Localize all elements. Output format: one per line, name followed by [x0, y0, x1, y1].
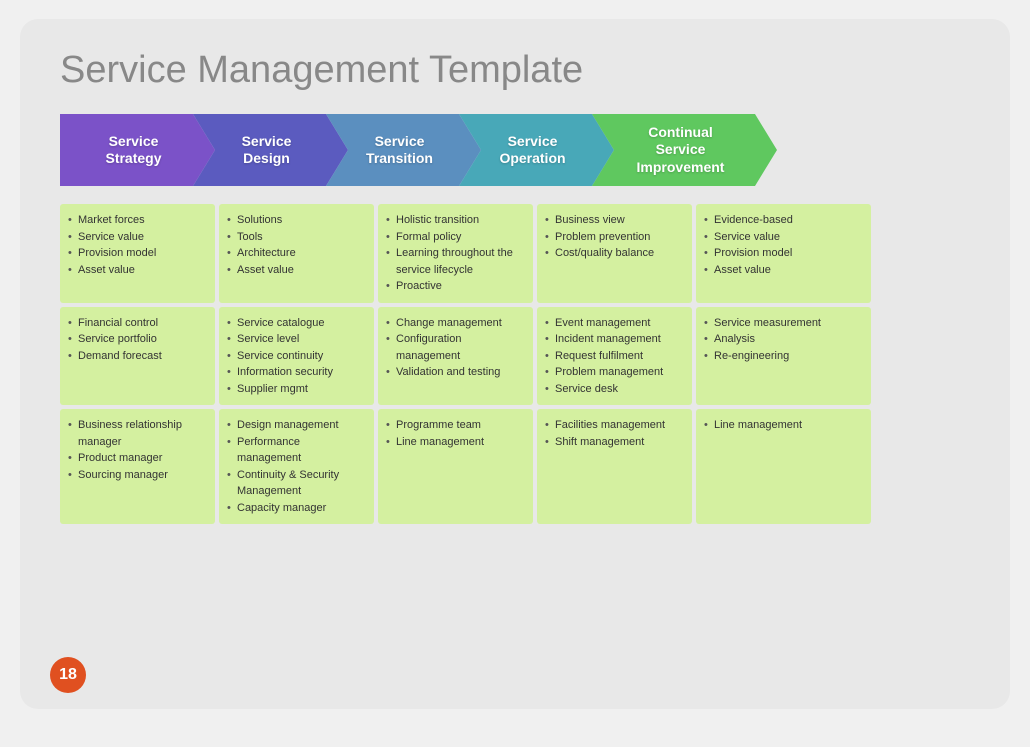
- cell-r3-c1: Business relationship manager Product ma…: [60, 409, 215, 524]
- slide: Service Management Template ServiceStrat…: [20, 19, 1010, 709]
- page-title: Service Management Template: [60, 49, 970, 92]
- cell-r3-c4: Facilities management Shift management: [537, 409, 692, 524]
- cell-r2-c1: Financial control Service portfolio Dema…: [60, 307, 215, 406]
- cell-r3-c5: Line management: [696, 409, 871, 524]
- arrow-improvement: ContinualServiceImprovement: [592, 114, 777, 186]
- cell-r3-c2: Design management Performance management…: [219, 409, 374, 524]
- cell-r1-c4: Business view Problem prevention Cost/qu…: [537, 204, 692, 303]
- cell-r1-c5: Evidence-based Service value Provision m…: [696, 204, 871, 303]
- cell-r2-c4: Event management Incident management Req…: [537, 307, 692, 406]
- cell-r1-c1: Market forces Service value Provision mo…: [60, 204, 215, 303]
- arrow-operation: ServiceOperation: [459, 114, 614, 186]
- cell-r1-c3: Holistic transition Formal policy Learni…: [378, 204, 533, 303]
- cell-r2-c2: Service catalogue Service level Service …: [219, 307, 374, 406]
- cell-r1-c2: Solutions Tools Architecture Asset value: [219, 204, 374, 303]
- content-grid: Market forces Service value Provision mo…: [60, 204, 970, 524]
- page-number-badge: 18: [50, 657, 86, 693]
- cell-r3-c3: Programme team Line management: [378, 409, 533, 524]
- arrow-strategy: ServiceStrategy: [60, 114, 215, 186]
- cell-r2-c5: Service measurement Analysis Re-engineer…: [696, 307, 871, 406]
- arrow-transition: ServiceTransition: [326, 114, 481, 186]
- arrow-row: ServiceStrategy ServiceDesign ServiceTra…: [60, 114, 970, 186]
- arrow-design: ServiceDesign: [193, 114, 348, 186]
- cell-r2-c3: Change management Configuration manageme…: [378, 307, 533, 406]
